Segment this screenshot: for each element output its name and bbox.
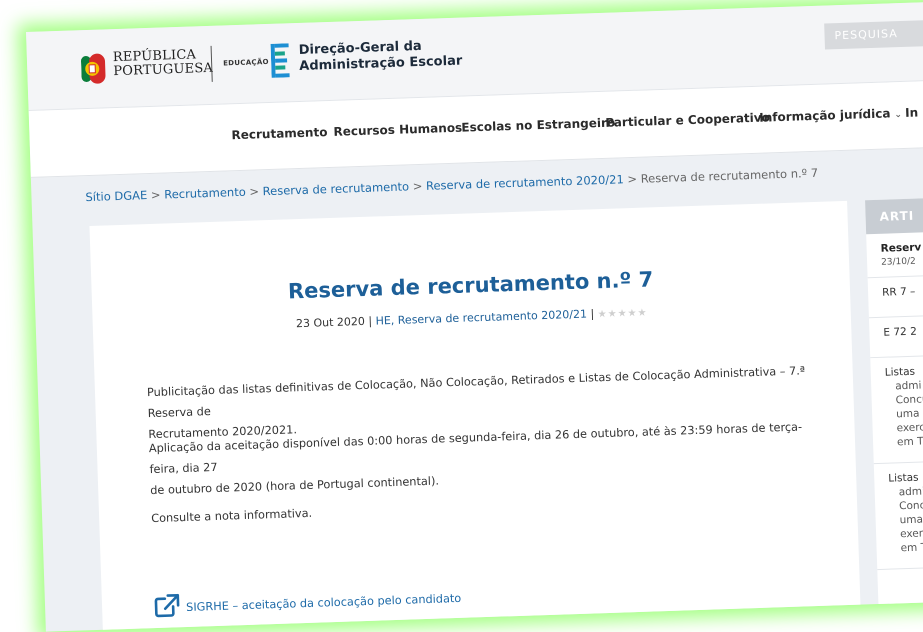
sidebar-item-title: E 72 2 <box>883 325 917 339</box>
sidebar-item[interactable]: Listas admi Conc uma exerc em T <box>873 461 923 571</box>
breadcrumb-link-reserva-2020[interactable]: Reserva de recrutamento 2020/21 <box>426 172 624 193</box>
dgae-logo-icon[interactable] <box>270 43 292 78</box>
nav-item-informacao-juridica-label: Informação jurídica <box>759 106 891 125</box>
article-categories[interactable]: HE, Reserva de recrutamento 2020/21 <box>375 308 587 328</box>
sidebar-item-date: 23/10/2 <box>880 256 916 268</box>
sidebar-item-line: uma <box>899 513 923 527</box>
sidebar-item[interactable]: Listas admi Concu uma l exerc em Ti <box>870 355 923 465</box>
republic-line2: PORTUGUESA <box>113 60 214 80</box>
breadcrumb-separator: > <box>249 184 260 199</box>
sidebar-item-line: Listas <box>884 365 916 379</box>
search-button[interactable]: PESQUISA <box>824 20 923 50</box>
sidebar-item-line: Listas <box>888 471 919 485</box>
sidebar-item-line: exerc <box>899 527 923 541</box>
sidebar-item-title: RR 7 – <box>881 285 916 299</box>
breadcrumb-link-recrutamento[interactable]: Recrutamento <box>164 185 246 202</box>
breadcrumb-link-sitio[interactable]: Sítio DGAE <box>85 188 147 204</box>
breadcrumb-link-reserva[interactable]: Reserva de recrutamento <box>262 179 409 198</box>
education-label: EDUCAÇÃO <box>223 57 270 68</box>
sidebar-item-line: em T <box>900 541 923 555</box>
nav-item-recursos-humanos[interactable]: Recursos Humanos <box>333 121 462 139</box>
nav-item-informacao-juridica[interactable]: Informação jurídica ⌄ <box>759 106 903 125</box>
nav-item-escolas-estrangeiro[interactable]: Escolas no Estrangeiro <box>461 116 615 135</box>
republic-wordmark: REPÚBLICA PORTUGUESA <box>113 47 214 80</box>
sidebar-item-line: admi <box>898 485 923 499</box>
nav-item-particular-cooperativo[interactable]: Particular e Cooperativo <box>605 110 770 129</box>
sidebar-item-line: em Ti <box>896 435 923 449</box>
article-card: Reserva de recrutamento n.º 7 23 Out 202… <box>89 200 861 632</box>
breadcrumb-separator: > <box>627 171 638 187</box>
breadcrumb-current: Reserva de recrutamento n.º 7 <box>640 165 819 186</box>
sidebar-heading: ARTI <box>865 197 923 235</box>
sidebar-item[interactable]: RR 7 – <box>867 275 923 319</box>
breadcrumb-separator: > <box>150 187 161 202</box>
sigrhe-link-label: SIGRHE – aceitação da colocação pelo can… <box>185 591 462 615</box>
dgae-wordmark[interactable]: Direção-Geral da Administração Escolar <box>299 38 463 75</box>
sidebar-item[interactable]: E 72 2 <box>868 315 923 359</box>
sidebar-item-line: admi <box>895 379 922 393</box>
sidebar-item-line: uma l <box>895 407 923 421</box>
star-rating-icon[interactable]: ★★★★★ <box>598 308 648 321</box>
sidebar-item-title: Reserv <box>880 241 922 255</box>
breadcrumb-separator: > <box>412 178 423 194</box>
chevron-down-icon: ⌄ <box>894 110 903 121</box>
sidebar-item-line: Conc <box>899 499 923 513</box>
nav-item-recrutamento[interactable]: Recrutamento <box>231 125 327 142</box>
nav-item-truncated[interactable]: In <box>905 105 918 119</box>
browser-page: REPÚBLICA PORTUGUESA EDUCAÇÃO Direção-Ge… <box>26 1 923 632</box>
external-link-icon <box>154 593 180 618</box>
sidebar-articles: ARTI Reserv 23/10/2 RR 7 – E 72 2 Listas… <box>865 197 923 621</box>
article-date: 23 Out 2020 <box>295 314 366 331</box>
sidebar-item-line: Concu <box>895 393 923 407</box>
sigrhe-link[interactable]: SIGRHE – aceitação da colocação pelo can… <box>154 584 462 618</box>
sidebar-item-line: exerc <box>896 421 923 435</box>
sidebar-item[interactable]: Reserv 23/10/2 <box>866 231 923 279</box>
portugal-republic-logo-icon[interactable] <box>80 51 108 86</box>
